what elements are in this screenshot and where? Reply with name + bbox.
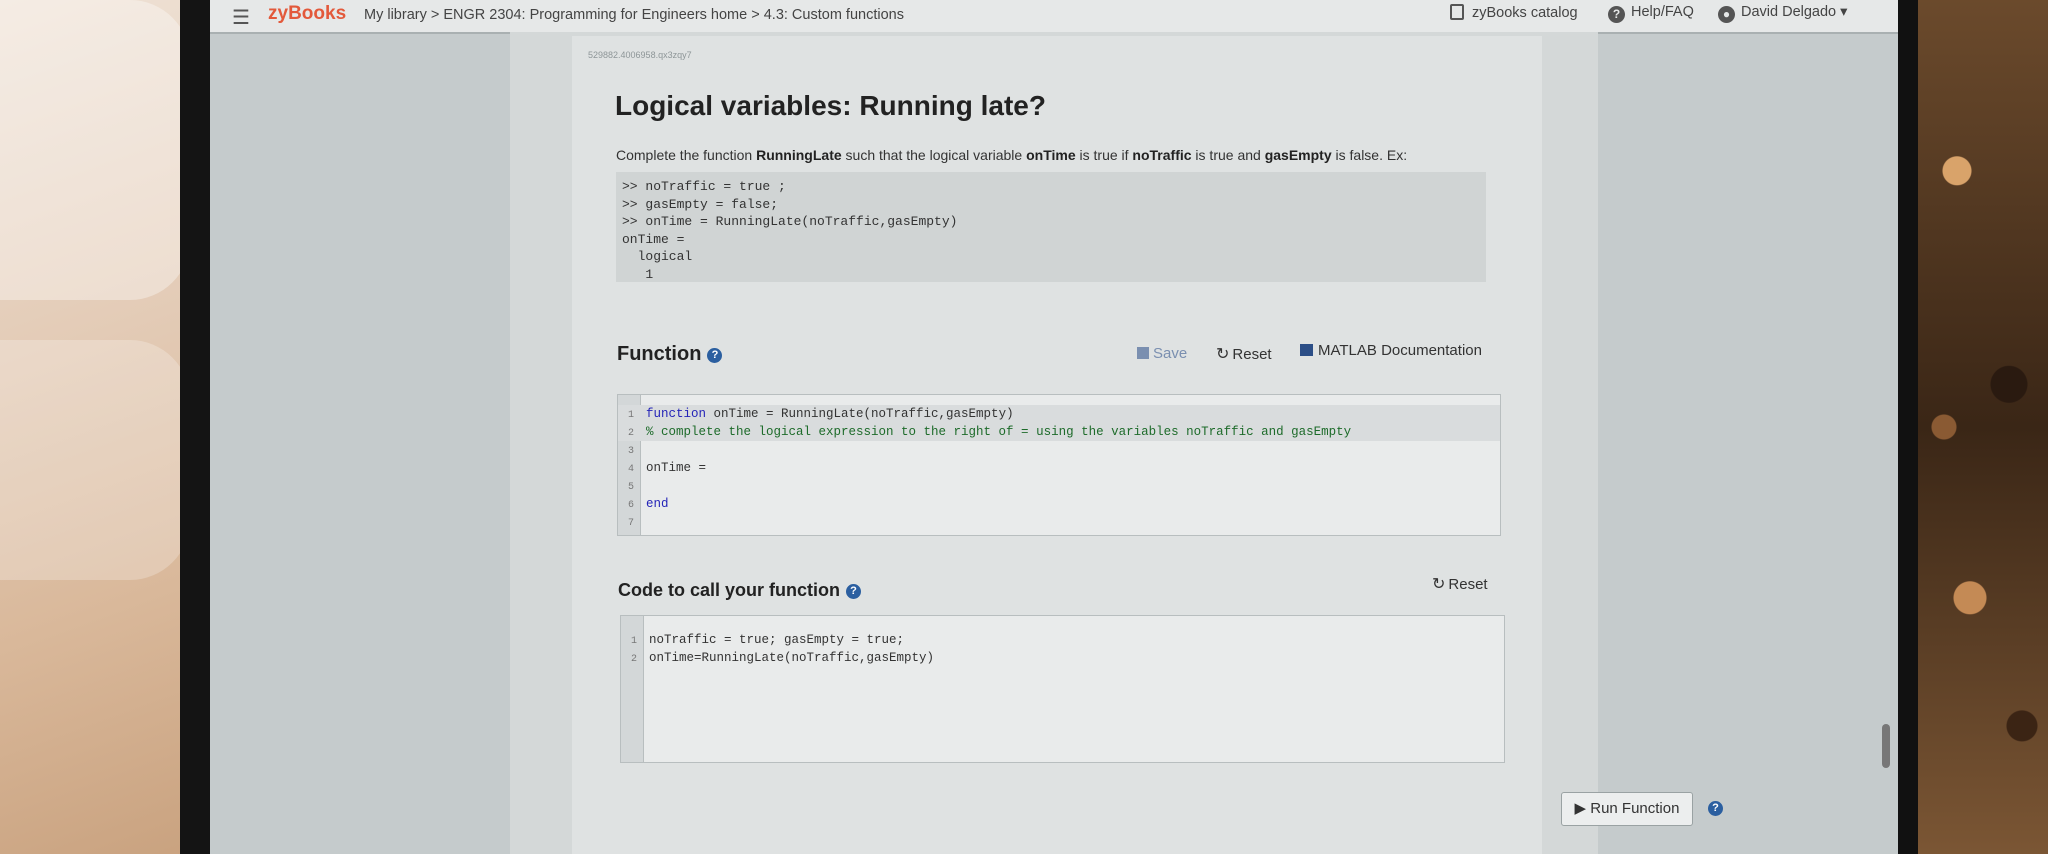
user-menu[interactable]: ● David Delgado ▾ [1718,4,1847,23]
function-editor[interactable]: 1 function onTime = RunningLate(noTraffic… [617,394,1501,536]
save-icon [1137,347,1149,359]
reset-icon: ↻ [1216,346,1230,363]
reset-icon: ↻ [1432,576,1446,593]
user-avatar-icon: ● [1718,6,1735,23]
call-code-editor[interactable]: 1 noTraffic = true; gasEmpty = true; 2 onT… [620,615,1505,763]
matlab-docs-link[interactable]: MATLAB Documentation [1300,342,1482,359]
help-icon[interactable]: ? [707,348,723,363]
run-function-button[interactable]: ▶ Run Function [1561,792,1693,826]
top-navigation-bar: ☰ zyBooks My library > ENGR 2304: Progra… [210,0,1898,34]
code-line[interactable]: 4 onTime = [618,459,714,477]
code-line[interactable]: 5 [618,477,646,495]
help-icon[interactable]: ? [1708,801,1723,816]
code-line[interactable]: 1 function onTime = RunningLate(noTraffic… [618,405,1500,423]
hamburger-menu-icon[interactable]: ☰ [232,5,250,30]
activity-id: 529882.4006958.qx3zqy7 [588,50,692,60]
activity-description: Complete the function RunningLate such t… [616,147,1408,163]
code-line[interactable]: 6 end [618,495,669,513]
call-section-title: Code to call your function? [618,580,862,601]
browser-screen: ☰ zyBooks My library > ENGR 2304: Progra… [210,0,1898,854]
documentation-icon [1300,344,1313,356]
breadcrumb[interactable]: My library > ENGR 2304: Programming for … [364,7,904,23]
background-photo-right [1918,0,2048,854]
question-icon: ? [1608,6,1625,23]
activity-title: Logical variables: Running late? [615,90,1046,121]
monitor-bezel-left [180,0,210,854]
function-section-title: Function? [617,343,723,366]
zybooks-logo[interactable]: zyBooks [268,3,346,25]
chevron-down-icon: ▾ [1840,4,1848,20]
scrollbar-thumb[interactable] [1882,724,1890,768]
code-line[interactable]: 2% complete the logical expression to th… [618,423,1500,441]
reset-call-button[interactable]: ↻ Reset [1432,574,1488,594]
book-icon [1450,4,1464,20]
play-icon: ▶ [1574,800,1591,817]
help-link[interactable]: ? Help/FAQ [1608,4,1694,23]
help-icon[interactable]: ? [846,584,862,599]
reset-function-button[interactable]: ↻ Reset [1216,344,1272,364]
code-line[interactable]: 2 onTime=RunningLate(noTraffic,gasEmpty) [621,649,934,667]
example-output: >> noTraffic = true ; >> gasEmpty = fals… [616,172,1486,282]
code-line[interactable]: 3 [618,441,646,459]
background-photo-left [0,0,200,854]
code-line[interactable]: 1 noTraffic = true; gasEmpty = true; [621,631,904,649]
code-line[interactable]: 7 [618,513,646,531]
monitor-bezel-right [1898,0,1920,854]
catalog-link[interactable]: zyBooks catalog [1450,4,1578,21]
save-button[interactable]: Save [1137,345,1187,362]
